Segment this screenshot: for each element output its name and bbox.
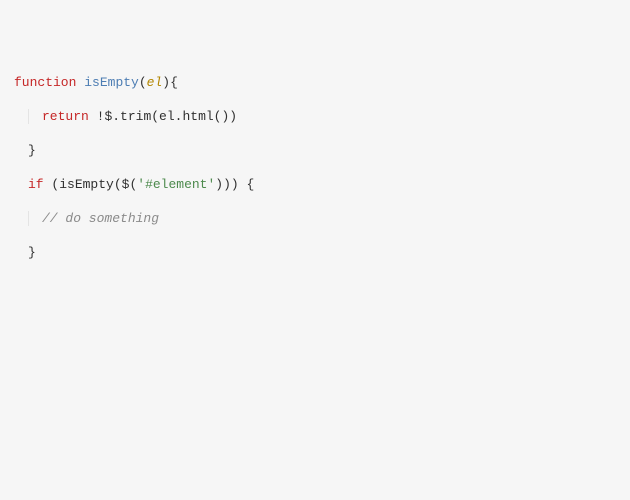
brace-close: } [28, 245, 36, 260]
if-close: ))) { [215, 177, 254, 192]
keyword-function: function [14, 75, 76, 90]
code-line-4: if (isEmpty($('#element'))) { [14, 176, 616, 193]
trim-call: .trim(el.html()) [112, 109, 237, 124]
keyword-return: return [42, 109, 89, 124]
code-line-6: } [14, 244, 616, 261]
code-line-3: } [14, 142, 616, 159]
if-open: (isEmpty( [51, 177, 121, 192]
string-selector: '#element' [137, 177, 215, 192]
comment: // do something [42, 211, 159, 226]
keyword-if: if [28, 177, 44, 192]
code-line-2: return !$.trim(el.html()) [14, 108, 616, 125]
space [89, 109, 97, 124]
paren-open: ( [139, 75, 147, 90]
code-line-1: function isEmpty(el){ [14, 74, 616, 91]
brace-close: } [28, 143, 36, 158]
function-name: isEmpty [84, 75, 139, 90]
param-el: el [147, 75, 163, 90]
code-line-5: // do something [14, 210, 616, 227]
paren-close-brace: ){ [162, 75, 178, 90]
